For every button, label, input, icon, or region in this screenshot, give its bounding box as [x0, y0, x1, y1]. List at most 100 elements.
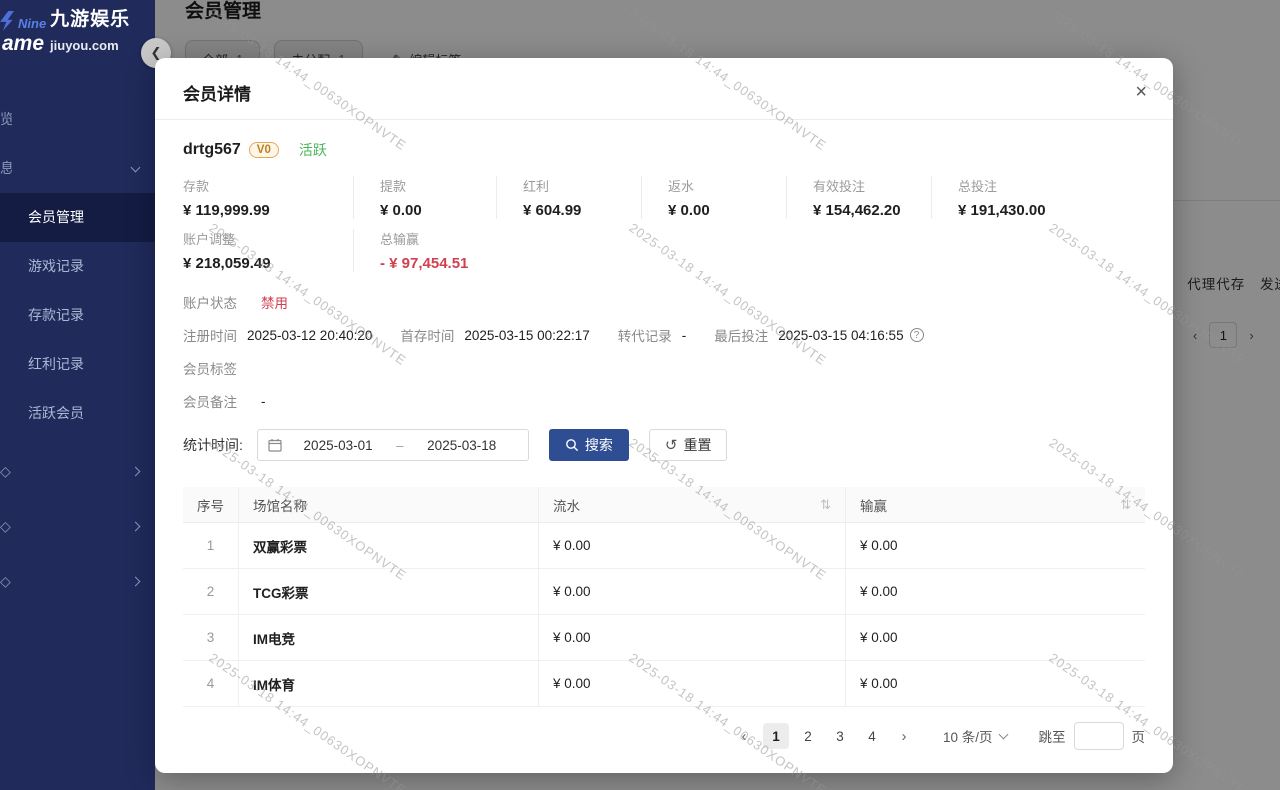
- stat-value: ¥ 191,430.00: [958, 202, 1071, 219]
- time-info-row: 注册时间 2025-03-12 20:40:20 首存时间 2025-03-15…: [183, 325, 1145, 345]
- cell-venue: TCG彩票: [238, 569, 538, 614]
- reset-button[interactable]: ↺ 重置: [649, 429, 728, 461]
- logo-nine: Nine: [18, 17, 46, 31]
- sidebar-group-glyph: ◇: [0, 463, 12, 480]
- table-row: 2 TCG彩票 ¥ 0.00 ¥ 0.00: [183, 569, 1145, 615]
- stat-value: ¥ 0.00: [668, 202, 776, 219]
- last-bet-time: 最后投注 2025-03-15 04:16:55 ?: [714, 325, 923, 345]
- table-row: 3 IM电竞 ¥ 0.00 ¥ 0.00: [183, 615, 1145, 661]
- cell-turnover: ¥ 0.00: [538, 661, 845, 706]
- sidebar-item-member-management[interactable]: 会员管理: [0, 193, 155, 242]
- calendar-icon: [268, 438, 282, 452]
- date-end[interactable]: 2025-03-18: [406, 438, 518, 453]
- member-remark-value: -: [261, 394, 266, 409]
- brand-logo: Nine 九游娱乐 ame jiuyou.com: [0, 0, 155, 55]
- stats-row-2: 账户调整 ¥ 218,059.49 总输赢 - ¥ 97,454.51: [183, 229, 1145, 272]
- cell-index: 3: [183, 615, 238, 660]
- time-label: 最后投注: [714, 325, 768, 345]
- stat-rebate: 返水 ¥ 0.00: [641, 176, 786, 219]
- sort-icon[interactable]: ⇅: [820, 497, 831, 513]
- register-time: 注册时间 2025-03-12 20:40:20: [183, 325, 372, 345]
- venue-stats-table: 序号 场馆名称 流水 ⇅ 输赢 ⇅ 1 双赢彩票 ¥ 0.00 ¥ 0.00 2: [183, 487, 1145, 707]
- sidebar-group-member-info[interactable]: 息: [0, 144, 155, 193]
- sidebar-item-deposit-records[interactable]: 存款记录: [0, 291, 155, 340]
- cell-venue: IM电竞: [238, 615, 538, 660]
- logo-ame: ame: [2, 32, 44, 55]
- date-range-picker[interactable]: 2025-03-01 – 2025-03-18: [257, 429, 529, 461]
- stat-value: ¥ 604.99: [523, 202, 631, 219]
- cell-winloss: ¥ 0.00: [845, 661, 1145, 706]
- question-circle-icon[interactable]: ?: [910, 328, 924, 342]
- stats-row-1: 存款 ¥ 119,999.99 提款 ¥ 0.00 红利 ¥ 604.99 返水…: [183, 176, 1145, 219]
- sidebar-menu: 览 息 会员管理 游戏记录 存款记录 红利记录 活跃会员 ◇: [0, 95, 155, 609]
- sidebar-item-label: 存款记录: [28, 305, 84, 325]
- header-turnover: 流水 ⇅: [538, 487, 845, 522]
- cell-venue: IM体育: [238, 661, 538, 706]
- table-row: 1 双赢彩票 ¥ 0.00 ¥ 0.00: [183, 523, 1145, 569]
- sidebar-group-glyph: ◇: [0, 573, 12, 590]
- sidebar-group-member-info-label: 息: [0, 158, 12, 178]
- page-1[interactable]: 1: [763, 723, 789, 749]
- sidebar-item-overview[interactable]: 览: [0, 95, 155, 144]
- search-icon: [565, 438, 579, 452]
- username: drtg567: [183, 141, 241, 159]
- time-label: 转代记录: [618, 325, 672, 345]
- stat-withdrawal: 提款 ¥ 0.00: [353, 176, 496, 219]
- sidebar-item-bonus-records[interactable]: 红利记录: [0, 340, 155, 389]
- next-page-icon[interactable]: ›: [891, 723, 917, 749]
- header-turnover-label: 流水: [553, 495, 580, 515]
- stat-total-bets: 总投注 ¥ 191,430.00: [931, 176, 1081, 219]
- time-label: 首存时间: [400, 325, 454, 345]
- stat-account-adjustment: 账户调整 ¥ 218,059.49: [183, 229, 353, 272]
- stat-label: 总输赢: [380, 229, 486, 248]
- logo-cn: 九游娱乐: [50, 10, 130, 31]
- sidebar-item-game-records[interactable]: 游戏记录: [0, 242, 155, 291]
- stat-value: ¥ 218,059.49: [183, 255, 343, 272]
- filter-row: 统计时间: 2025-03-01 – 2025-03-18 搜索 ↺ 重置: [183, 429, 1145, 461]
- sidebar-group-collapsed-1[interactable]: ◇: [0, 444, 155, 499]
- modal-pagination: ‹ 1 2 3 4 › 10 条/页 跳至 页: [183, 722, 1145, 750]
- date-start[interactable]: 2025-03-01: [282, 438, 394, 453]
- sidebar-item-label: 会员管理: [28, 207, 84, 227]
- prev-page-icon[interactable]: ‹: [731, 723, 757, 749]
- member-detail-modal: 会员详情 × drtg567 V0 活跃 存款 ¥ 119,999.99 提款 …: [155, 58, 1173, 773]
- header-winloss: 输赢 ⇅: [845, 487, 1145, 522]
- member-remark-row: 会员备注 -: [183, 391, 1145, 411]
- page-4[interactable]: 4: [859, 723, 885, 749]
- stat-total-winloss: 总输赢 - ¥ 97,454.51: [353, 229, 496, 272]
- jump-label: 跳至: [1039, 726, 1066, 746]
- time-label: 注册时间: [183, 325, 237, 345]
- page-size-select[interactable]: 10 条/页: [943, 726, 1007, 746]
- page-3[interactable]: 3: [827, 723, 853, 749]
- sidebar: Nine 九游娱乐 ame jiuyou.com 览 息 会员管理 游戏记录: [0, 0, 155, 790]
- stat-label: 红利: [523, 176, 631, 195]
- stat-deposit: 存款 ¥ 119,999.99: [183, 176, 353, 219]
- sidebar-group-collapsed-2[interactable]: ◇: [0, 499, 155, 554]
- page-2[interactable]: 2: [795, 723, 821, 749]
- chevron-down-icon: [998, 729, 1008, 739]
- stat-label: 总投注: [958, 176, 1071, 195]
- header-winloss-label: 输赢: [860, 495, 887, 515]
- time-value: 2025-03-15 04:16:55: [778, 328, 903, 343]
- sidebar-item-active-members[interactable]: 活跃会员: [0, 389, 155, 438]
- chevron-right-icon: [131, 467, 141, 477]
- stat-value-negative: - ¥ 97,454.51: [380, 255, 486, 272]
- search-button[interactable]: 搜索: [549, 429, 629, 461]
- app-root: 会员管理 全部 1 未分配 1 ✎ 编辑标签 情 代理代存 发送 ‹ 1 ›: [0, 0, 1280, 790]
- account-status-value: 禁用: [261, 292, 288, 312]
- bolt-icon: [0, 11, 14, 31]
- sidebar-group-collapsed-3[interactable]: ◇: [0, 554, 155, 609]
- stat-value: ¥ 154,462.20: [813, 202, 921, 219]
- sort-icon[interactable]: ⇅: [1120, 497, 1131, 513]
- close-icon[interactable]: ×: [1135, 82, 1147, 102]
- sidebar-item-overview-label: 览: [0, 109, 12, 129]
- jump-page-input[interactable]: [1074, 722, 1124, 750]
- stat-label: 有效投注: [813, 176, 921, 195]
- account-status-label: 账户状态: [183, 292, 237, 312]
- stat-value: ¥ 0.00: [380, 202, 486, 219]
- stat-label: 提款: [380, 176, 486, 195]
- agent-transfer-record: 转代记录 -: [618, 325, 687, 345]
- cell-turnover: ¥ 0.00: [538, 615, 845, 660]
- sidebar-item-label: 活跃会员: [28, 403, 84, 423]
- cell-winloss: ¥ 0.00: [845, 569, 1145, 614]
